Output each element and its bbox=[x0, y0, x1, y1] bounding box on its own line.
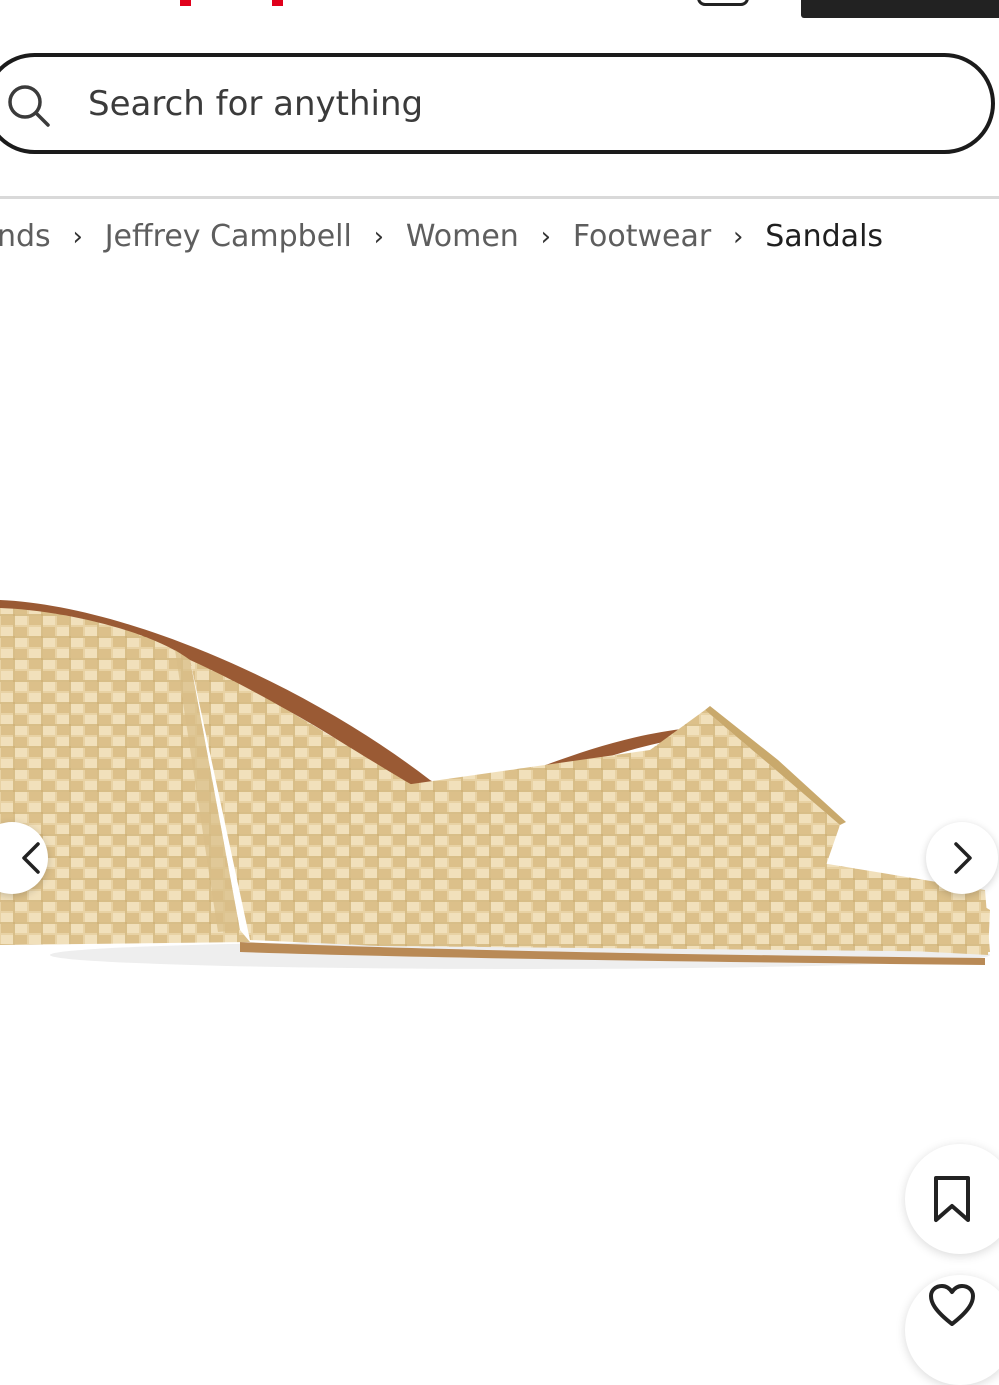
search-icon[interactable] bbox=[6, 83, 52, 129]
divider bbox=[0, 196, 999, 199]
bookmark-icon bbox=[934, 1176, 970, 1222]
save-button[interactable] bbox=[905, 1144, 999, 1254]
heart-icon bbox=[929, 1284, 975, 1326]
chevron-left-icon bbox=[22, 842, 40, 874]
chevron-right-icon: › bbox=[733, 221, 744, 252]
product-image[interactable] bbox=[0, 560, 999, 1000]
chevron-right-icon: › bbox=[373, 221, 385, 252]
breadcrumb-item-jeffrey-campbell[interactable]: Jeffrey Campbell bbox=[105, 219, 352, 254]
breadcrumb-item-sandals: Sandals bbox=[765, 219, 884, 254]
like-button[interactable] bbox=[905, 1275, 999, 1385]
chevron-right-icon bbox=[954, 842, 972, 874]
search-bar[interactable] bbox=[0, 53, 995, 154]
logo[interactable] bbox=[172, 0, 292, 8]
logo-mark bbox=[272, 0, 283, 6]
breadcrumb-item-women[interactable]: Women bbox=[406, 219, 519, 254]
search-input[interactable] bbox=[88, 75, 948, 133]
breadcrumb-item-footwear[interactable]: Footwear bbox=[573, 219, 711, 254]
next-image-button[interactable] bbox=[926, 822, 998, 894]
breadcrumb: nds › Jeffrey Campbell › Women › Footwea… bbox=[0, 219, 883, 254]
chevron-right-icon: › bbox=[540, 221, 552, 252]
cart-icon[interactable] bbox=[697, 0, 749, 6]
breadcrumb-item-brands[interactable]: nds bbox=[0, 219, 51, 254]
header-button[interactable] bbox=[801, 0, 999, 18]
logo-mark bbox=[180, 0, 191, 6]
chevron-right-icon: › bbox=[72, 221, 83, 252]
